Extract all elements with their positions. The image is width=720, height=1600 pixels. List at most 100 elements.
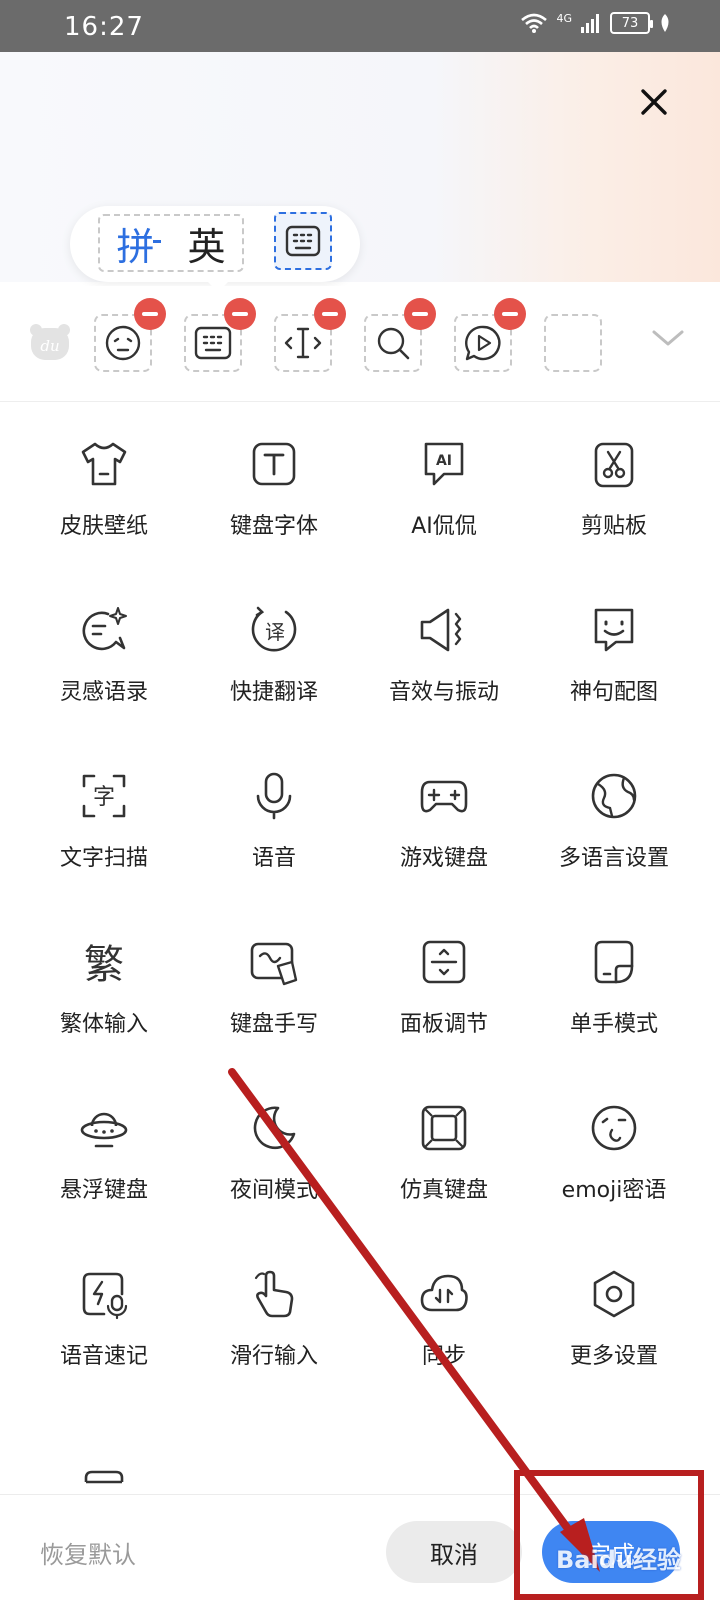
grid-item-one-hand[interactable]: 单手模式 [524,900,704,1050]
toolbar-slot-search[interactable] [364,298,436,372]
grid-item-traditional[interactable]: 繁 繁体输入 [14,900,194,1050]
square-key-icon [421,1105,467,1151]
grid-item-label: 语音 [251,846,296,871]
close-button[interactable] [632,80,676,124]
grid-item-label: 文字扫描 [59,846,148,871]
chevron-down-icon[interactable] [650,326,686,350]
signal-icon [581,14,599,33]
grid-item-label: AI侃侃 [411,514,477,539]
emoji-wink-icon [591,1105,637,1151]
grid-item-label: 灵感语录 [59,680,148,705]
search-icon [377,327,410,360]
grid-item-label: 神句配图 [569,680,658,705]
grid-item-panel-adjust[interactable]: 面板调节 [354,900,534,1050]
grid-item-sync[interactable]: 同步 [354,1232,534,1382]
grid-item-label: 语音速记 [59,1344,148,1369]
grid-item-swipe-input[interactable]: 滑行输入 [184,1232,364,1382]
traditional-char-icon: 繁 [84,942,124,988]
ufo-icon [80,1112,128,1148]
toolbar-slot-empty[interactable] [544,314,602,372]
svg-text:译: 译 [265,620,285,644]
grid-item-label: 面板调节 [399,1012,488,1037]
grid-item-voice[interactable]: 语音 [184,734,364,884]
pinyin-english-toggle[interactable]: 拼 英 [98,214,244,272]
remove-slot-button[interactable] [224,298,256,330]
leaf-icon [661,14,669,32]
toolbar-slot-emoji[interactable] [94,298,166,372]
globe-icon [591,773,637,819]
remove-slot-button[interactable] [134,298,166,330]
remove-slot-button[interactable] [494,298,526,330]
wifi-icon [521,13,548,33]
grid-item-sound[interactable]: 音效与振动 [354,568,534,718]
grid-item-label: 皮肤壁纸 [59,514,148,539]
svg-text:字: 字 [93,785,115,810]
grid-item-label: 繁体输入 [59,1012,148,1037]
one-hand-icon [594,940,634,984]
grid-item-floating[interactable]: 悬浮键盘 [14,1066,194,1216]
smile-bubble-icon [594,608,634,652]
reset-default-button[interactable]: 恢复默认 [40,1535,136,1570]
font-t-icon [252,442,296,486]
grid-item-inspiration[interactable]: 灵感语录 [14,568,194,718]
du-bear-logo-icon: du [30,324,70,360]
grid-item-label: 游戏键盘 [399,846,488,871]
keyboard-icon [285,225,321,257]
status-indicators: 4G 73 [520,12,672,34]
translate-icon: 译 [251,606,297,652]
grid-item-translate[interactable]: 译 快捷翻译 [184,568,364,718]
panel-adjust-icon [422,940,466,984]
gamepad-icon [420,780,468,813]
grid-item-label: 更多设置 [569,1344,658,1369]
grid-item-voice-memo[interactable]: 语音速记 [14,1232,194,1382]
grid-item-realistic-keyboard[interactable]: 仿真键盘 [354,1066,534,1216]
remove-slot-button[interactable] [404,298,436,330]
network-type: 4G [556,11,572,25]
toolbar-slot-keyboard[interactable] [184,298,256,372]
cancel-button[interactable]: 取消 [386,1521,522,1583]
grid-item-label: 音效与振动 [388,680,499,705]
grid-item-ai-chat[interactable]: AI AI侃侃 [354,402,534,552]
grid-item-more-settings[interactable]: 更多设置 [524,1232,704,1382]
grid-item-night-mode[interactable]: 夜间模式 [184,1066,364,1216]
grid-item-emoji-code[interactable]: emoji密语 [524,1066,704,1216]
microphone-icon [256,772,292,820]
grid-item-scan[interactable]: 字 文字扫描 [14,734,194,884]
battery-indicator: 73 [610,12,653,34]
toolbar-slot-video[interactable] [454,298,526,372]
cursor-move-icon [284,327,322,359]
keyboard-layout-button[interactable] [274,212,332,270]
status-bar: 16:27 4G 73 [0,0,720,52]
clipboard-scissors-icon [594,442,634,488]
grid-item-clipboard[interactable]: 剪贴板 [524,402,704,552]
remove-slot-button[interactable] [314,298,346,330]
grid-item-multilanguage[interactable]: 多语言设置 [524,734,704,884]
svg-text:AI: AI [436,453,452,469]
grid-item-font[interactable]: 键盘字体 [184,402,364,552]
voice-memo-icon [82,1272,128,1320]
grid-item-label: 剪贴板 [580,514,647,539]
app-root: 16:27 4G 73 拼 英 du 皮肤壁纸 键盘字体 AI AI侃侃 剪贴板… [0,0,720,1600]
speaker-vibration-icon [420,608,462,652]
grid-item-partial[interactable] [14,1398,194,1492]
cloud-sync-icon [420,1274,468,1312]
settings-hex-icon [593,1270,635,1318]
editable-toolbar: du [0,286,720,402]
face-icon [105,325,141,361]
ai-chat-icon: AI [424,442,464,486]
grid-item-label: 快捷翻译 [229,680,318,705]
grid-item-skin[interactable]: 皮肤壁纸 [14,402,194,552]
handwriting-icon [250,942,298,986]
function-grid: 皮肤壁纸 键盘字体 AI AI侃侃 剪贴板 灵感语录 译 快捷翻译 音效与振动 … [0,402,720,1492]
swipe-hand-icon [254,1270,294,1318]
toolbar-slot-cursor[interactable] [274,298,346,372]
grid-item-caption-image[interactable]: 神句配图 [524,568,704,718]
grid-item-game-keyboard[interactable]: 游戏键盘 [354,734,534,884]
grid-item-handwriting[interactable]: 键盘手写 [184,900,364,1050]
grid-item-label: 单手模式 [569,1012,658,1037]
grid-item-label: 仿真键盘 [399,1178,488,1203]
svg-text:du: du [40,337,59,355]
grid-item-label: 滑行输入 [229,1344,318,1369]
inspiration-chat-icon [82,607,127,651]
grid-item-label: emoji密语 [561,1178,667,1203]
